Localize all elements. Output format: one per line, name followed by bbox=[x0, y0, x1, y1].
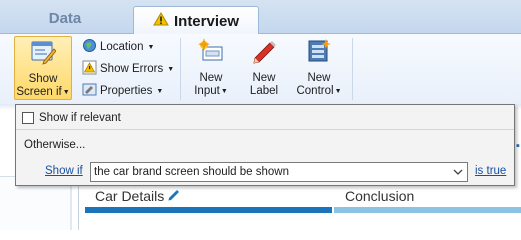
warning-icon bbox=[153, 12, 169, 30]
condition-value: the car brand screen should be shown bbox=[94, 166, 289, 178]
show-if-relevant-row[interactable]: Show if relevant bbox=[22, 112, 121, 124]
ribbon-toolbar: Show Screen if▼ Location▼ Show Errors▼ bbox=[0, 34, 521, 104]
new-label-line2: Label bbox=[249, 85, 279, 97]
new-control-icon bbox=[306, 38, 332, 68]
screen-condition-icon bbox=[30, 39, 57, 69]
chevron-down-icon[interactable] bbox=[453, 166, 463, 178]
new-label-button[interactable]: New Label bbox=[235, 36, 293, 100]
new-label-line1: New bbox=[252, 72, 276, 84]
stage-conclusion-label: Conclusion bbox=[345, 188, 415, 204]
condition-combobox[interactable]: the car brand screen should be shown bbox=[90, 162, 468, 182]
properties-label: Properties bbox=[100, 85, 153, 97]
stage-progress-conclusion bbox=[334, 207, 521, 213]
ribbon-separator bbox=[352, 38, 353, 100]
show-if-relevant-label: Show if relevant bbox=[39, 112, 121, 124]
edit-pencil-icon[interactable] bbox=[168, 188, 180, 204]
show-screen-if-button[interactable]: Show Screen if▼ bbox=[14, 36, 72, 100]
properties-button[interactable]: Properties ▼ bbox=[82, 80, 176, 102]
popup-divider bbox=[16, 129, 514, 130]
new-control-line1: New bbox=[307, 72, 331, 84]
stage-progress-car-details bbox=[85, 207, 332, 213]
small-button-group: Location ▼ Show Errors ▼ Properties ▼ bbox=[82, 36, 176, 102]
tab-data[interactable]: Data bbox=[0, 6, 130, 34]
chevron-down-icon: ▼ bbox=[147, 43, 155, 51]
stage-car-details[interactable]: Car Details bbox=[95, 188, 180, 204]
stage-conclusion[interactable]: Conclusion bbox=[345, 188, 414, 204]
chevron-down-icon: ▼ bbox=[220, 88, 228, 95]
is-true-link[interactable]: is true bbox=[475, 165, 506, 177]
tab-data-label: Data bbox=[48, 10, 82, 27]
new-input-line1: New bbox=[199, 72, 223, 84]
stage-car-details-label: Car Details bbox=[95, 188, 165, 204]
pencil-icon bbox=[251, 38, 277, 68]
location-label: Location bbox=[100, 41, 144, 53]
show-screen-if-popup: Show if relevant Otherwise... Show if th… bbox=[15, 104, 515, 186]
chevron-down-icon: ▼ bbox=[156, 87, 164, 95]
show-if-link[interactable]: Show if bbox=[45, 165, 83, 177]
chevron-down-icon: ▼ bbox=[334, 88, 342, 95]
properties-icon bbox=[82, 82, 97, 100]
new-input-icon bbox=[198, 38, 224, 68]
location-icon bbox=[82, 38, 97, 56]
chevron-down-icon: ▼ bbox=[62, 89, 70, 96]
tab-interview-label: Interview bbox=[173, 12, 240, 30]
new-input-line2: Input bbox=[194, 85, 220, 97]
chevron-down-icon: ▼ bbox=[167, 65, 175, 73]
tab-interview[interactable]: Interview bbox=[133, 6, 259, 35]
show-errors-label: Show Errors bbox=[100, 63, 164, 75]
new-input-button[interactable]: New Input▼ bbox=[182, 36, 240, 100]
show-if-relevant-checkbox[interactable] bbox=[22, 112, 34, 124]
side-marker-icon: ▪ bbox=[516, 140, 520, 152]
show-screen-if-line2: Screen if bbox=[16, 86, 62, 98]
new-control-line2: Control bbox=[296, 85, 334, 97]
error-warning-icon bbox=[82, 60, 97, 78]
show-screen-if-line1: Show bbox=[28, 73, 58, 85]
otherwise-label: Otherwise... bbox=[24, 139, 86, 151]
location-button[interactable]: Location ▼ bbox=[82, 36, 176, 58]
new-control-button[interactable]: New Control▼ bbox=[290, 36, 348, 100]
ribbon-tab-strip: Data Interview bbox=[0, 0, 521, 35]
show-errors-button[interactable]: Show Errors ▼ bbox=[82, 58, 176, 80]
ribbon-separator bbox=[180, 38, 181, 100]
